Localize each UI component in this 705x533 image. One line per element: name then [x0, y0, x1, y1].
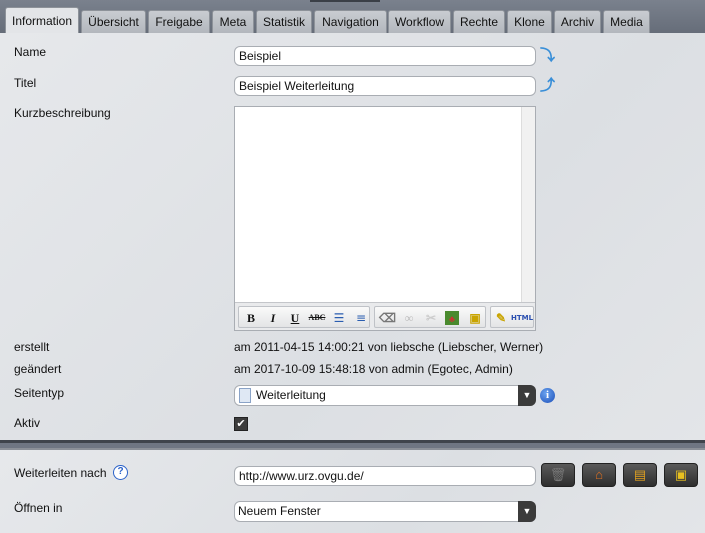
eraser-icon[interactable]: ⌫: [379, 310, 396, 326]
chevron-down-icon[interactable]: ▼: [518, 385, 536, 406]
tab-statistik[interactable]: Statistik: [256, 10, 312, 33]
changed-value: am 2017-10-09 15:48:18 von admin (Egotec…: [234, 362, 513, 376]
tab-workflow[interactable]: Workflow: [388, 10, 451, 33]
tab-rechte[interactable]: Rechte: [453, 10, 505, 33]
home-button[interactable]: ⌂: [582, 463, 616, 487]
tab-meta[interactable]: Meta: [212, 10, 254, 33]
info-icon[interactable]: i: [540, 388, 555, 403]
tab-navigation[interactable]: Navigation: [314, 10, 387, 33]
image-icon[interactable]: ♣: [445, 311, 459, 325]
open-in-label: Öffnen in: [14, 501, 63, 515]
help-icon[interactable]: ?: [113, 465, 128, 480]
name-input[interactable]: Beispiel: [234, 46, 536, 66]
tab-freigabe[interactable]: Freigabe: [148, 10, 210, 33]
top-notch: [310, 0, 380, 2]
pagetype-value: Weiterleitung: [256, 388, 326, 402]
trash-icon: 🗑: [549, 467, 567, 482]
move-up-arrow-icon[interactable]: ⤴: [540, 78, 555, 94]
tab-archiv[interactable]: Archiv: [554, 10, 601, 33]
editor-toolbar: B I U ABC ☰ ≡ ⌫ ∞ ✂ ♣ ▣ ✎ HTML: [235, 302, 535, 330]
numbered-list-icon[interactable]: ≡: [353, 310, 369, 326]
redirect-url-input[interactable]: http://www.urz.ovgu.de/: [234, 466, 536, 486]
home-icon: ⌂: [595, 467, 603, 482]
title-input[interactable]: Beispiel Weiterleitung: [234, 76, 536, 96]
html-button[interactable]: HTML: [511, 310, 533, 326]
open-in-select[interactable]: Neuem Fenster ▼: [234, 501, 536, 522]
underline-button[interactable]: U: [287, 310, 303, 326]
pagetype-select[interactable]: Weiterleitung ▼: [234, 385, 536, 406]
gallery-icon[interactable]: ▣: [467, 310, 483, 326]
select-media-button[interactable]: ▣: [664, 463, 698, 487]
created-value: am 2011-04-15 14:00:21 von liebsche (Lie…: [234, 340, 544, 354]
tab-übersicht[interactable]: Übersicht: [81, 10, 146, 33]
italic-button[interactable]: I: [265, 310, 281, 326]
trash-button[interactable]: 🗑: [541, 463, 575, 487]
open-in-value: Neuem Fenster: [238, 504, 321, 518]
active-label: Aktiv: [14, 416, 41, 430]
page-icon: [239, 388, 251, 403]
tab-klone[interactable]: Klone: [507, 10, 552, 33]
name-label: Name: [14, 45, 47, 59]
move-down-arrow-icon[interactable]: ⤵: [540, 48, 555, 64]
tab-information[interactable]: Information: [5, 7, 79, 33]
description-editor[interactable]: B I U ABC ☰ ≡ ⌫ ∞ ✂ ♣ ▣ ✎ HTML: [234, 106, 536, 331]
format-group: B I U ABC ☰ ≡: [238, 306, 370, 328]
title-label: Titel: [14, 76, 37, 90]
pagetype-label: Seitentyp: [14, 386, 65, 400]
select-page-button[interactable]: ▤: [623, 463, 657, 487]
unlink-icon[interactable]: ✂: [423, 310, 439, 326]
page-select-icon: ▤: [633, 467, 647, 482]
tab-media[interactable]: Media: [603, 10, 650, 33]
description-label: Kurzbeschreibung: [14, 106, 111, 120]
link-icon[interactable]: ∞: [401, 310, 417, 326]
chevron-down-icon[interactable]: ▼: [518, 501, 536, 522]
cleanup-brush-icon[interactable]: ✎: [493, 310, 509, 326]
strikethrough-button[interactable]: ABC: [307, 310, 327, 326]
redirect-label: Weiterleiten nach: [14, 466, 107, 480]
active-checkbox[interactable]: ✔: [234, 417, 248, 431]
changed-label: geändert: [14, 362, 62, 376]
bold-button[interactable]: B: [243, 310, 259, 326]
created-label: erstellt: [14, 340, 50, 354]
media-icon: ▣: [674, 467, 688, 482]
bullet-list-icon[interactable]: ☰: [331, 310, 347, 326]
link-group: ⌫ ∞ ✂ ♣ ▣: [374, 306, 486, 328]
tools-group: ✎ HTML: [490, 306, 534, 328]
editor-scrollbar[interactable]: [521, 107, 535, 303]
